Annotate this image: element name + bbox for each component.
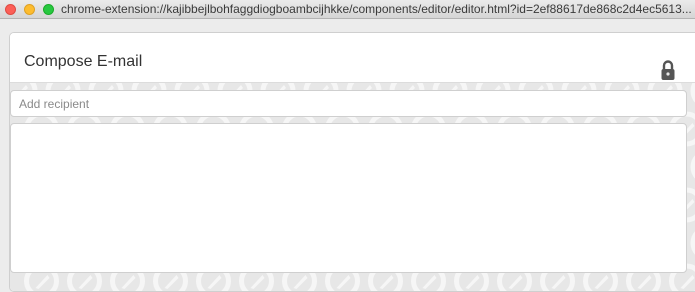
zoom-window-button[interactable] xyxy=(43,4,54,15)
window-titlebar: chrome-extension://kajibbejlbohfaggdiogb… xyxy=(0,0,695,19)
padlock-icon[interactable] xyxy=(660,59,676,81)
close-window-button[interactable] xyxy=(5,4,16,15)
compose-header: Compose E-mail xyxy=(10,33,695,83)
recipient-input[interactable] xyxy=(10,90,687,117)
compose-title: Compose E-mail xyxy=(24,53,142,71)
minimize-window-button[interactable] xyxy=(24,4,35,15)
message-body-textarea[interactable] xyxy=(10,123,687,273)
window-url: chrome-extension://kajibbejlbohfaggdiogb… xyxy=(61,1,695,18)
